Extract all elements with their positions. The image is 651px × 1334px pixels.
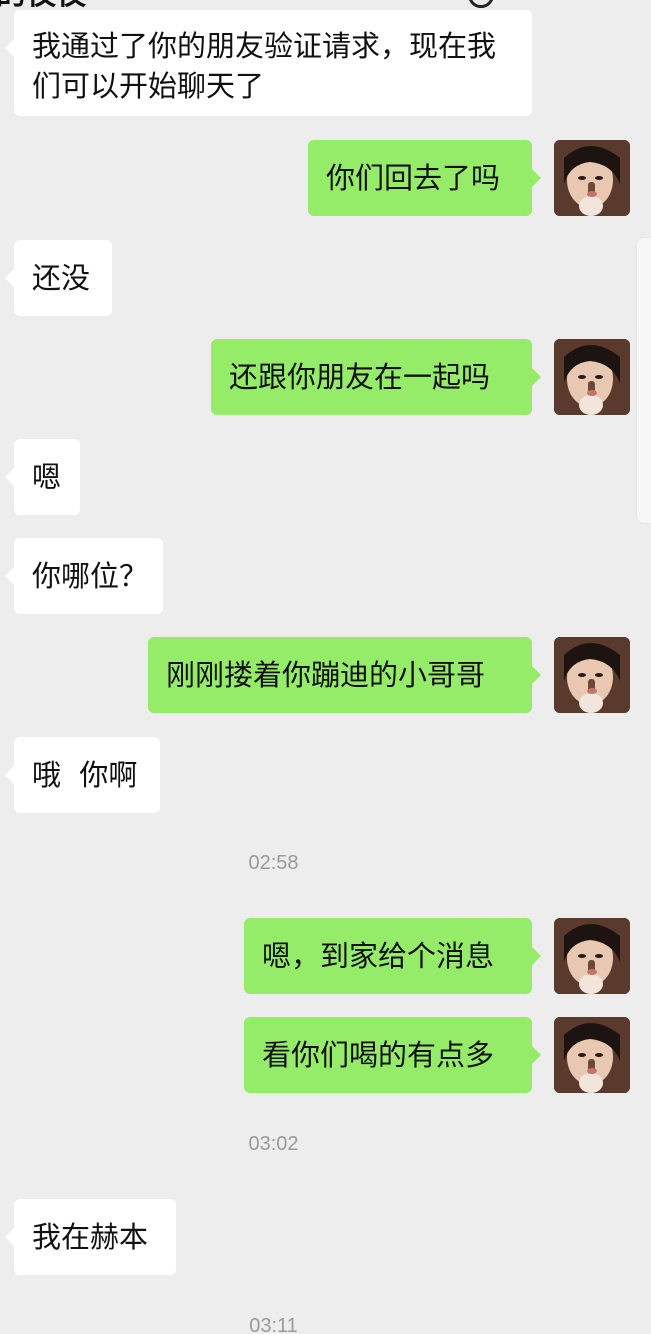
- message-text: 哦 你啊: [32, 758, 138, 792]
- avatar-image: [554, 637, 630, 713]
- avatar-image: [554, 918, 630, 994]
- message-text: 你们回去了吗: [326, 161, 501, 195]
- message-bubble-outgoing[interactable]: 刚刚搂着你蹦迪的小哥哥: [148, 637, 541, 713]
- message-text: 还没: [32, 261, 91, 295]
- message-bubble-incoming[interactable]: 你哪位？: [5, 538, 163, 614]
- avatar-image: [554, 339, 630, 415]
- scroll-indicator[interactable]: [637, 238, 651, 523]
- message-text: 还跟你朋友在一起吗: [229, 360, 491, 394]
- user-avatar[interactable]: [554, 918, 630, 994]
- message-text: 我通过了你的朋友验证请求，现在我们可以开始聊天了: [32, 29, 497, 103]
- timestamp: 02:58: [248, 852, 299, 874]
- message-text: 我在赫本: [32, 1220, 149, 1254]
- message-bubble-incoming[interactable]: 我在赫本: [5, 1199, 176, 1275]
- message-bubble-outgoing[interactable]: 看你们喝的有点多: [244, 1017, 541, 1093]
- chat-title: 的夜夜: [0, 0, 86, 10]
- message-bubble-outgoing[interactable]: 嗯，到家给个消息: [244, 918, 541, 994]
- message-text: 你哪位？: [32, 559, 149, 593]
- message-bubble-outgoing[interactable]: 你们回去了吗: [308, 140, 541, 216]
- timestamp: 03:11: [249, 1315, 298, 1334]
- user-avatar[interactable]: [554, 1017, 630, 1093]
- message-text: 嗯: [32, 460, 62, 494]
- user-avatar[interactable]: [554, 637, 630, 713]
- timestamp: 03:02: [248, 1133, 299, 1155]
- message-text: 刚刚搂着你蹦迪的小哥哥: [166, 658, 486, 692]
- user-avatar[interactable]: [554, 140, 630, 216]
- message-text: 看你们喝的有点多: [262, 1038, 495, 1072]
- message-bubble-outgoing[interactable]: 还跟你朋友在一起吗: [211, 339, 541, 415]
- message-bubble-incoming[interactable]: 嗯: [5, 439, 80, 515]
- message-bubble-incoming[interactable]: 还没: [5, 240, 112, 316]
- message-bubble-incoming[interactable]: 我通过了你的朋友验证请求，现在我们可以开始聊天了: [5, 10, 532, 116]
- search-icon[interactable]: [468, 0, 494, 8]
- message-bubble-incoming[interactable]: 哦 你啊: [5, 737, 160, 813]
- user-avatar[interactable]: [554, 339, 630, 415]
- chat-view[interactable]: 的夜夜 我通过了你的朋友验证请求，现在我们可以开始聊天了 你们回去了吗 还没 还…: [0, 0, 651, 1334]
- avatar-image: [554, 1017, 630, 1093]
- avatar-image: [554, 140, 630, 216]
- message-text: 嗯，到家给个消息: [262, 939, 495, 973]
